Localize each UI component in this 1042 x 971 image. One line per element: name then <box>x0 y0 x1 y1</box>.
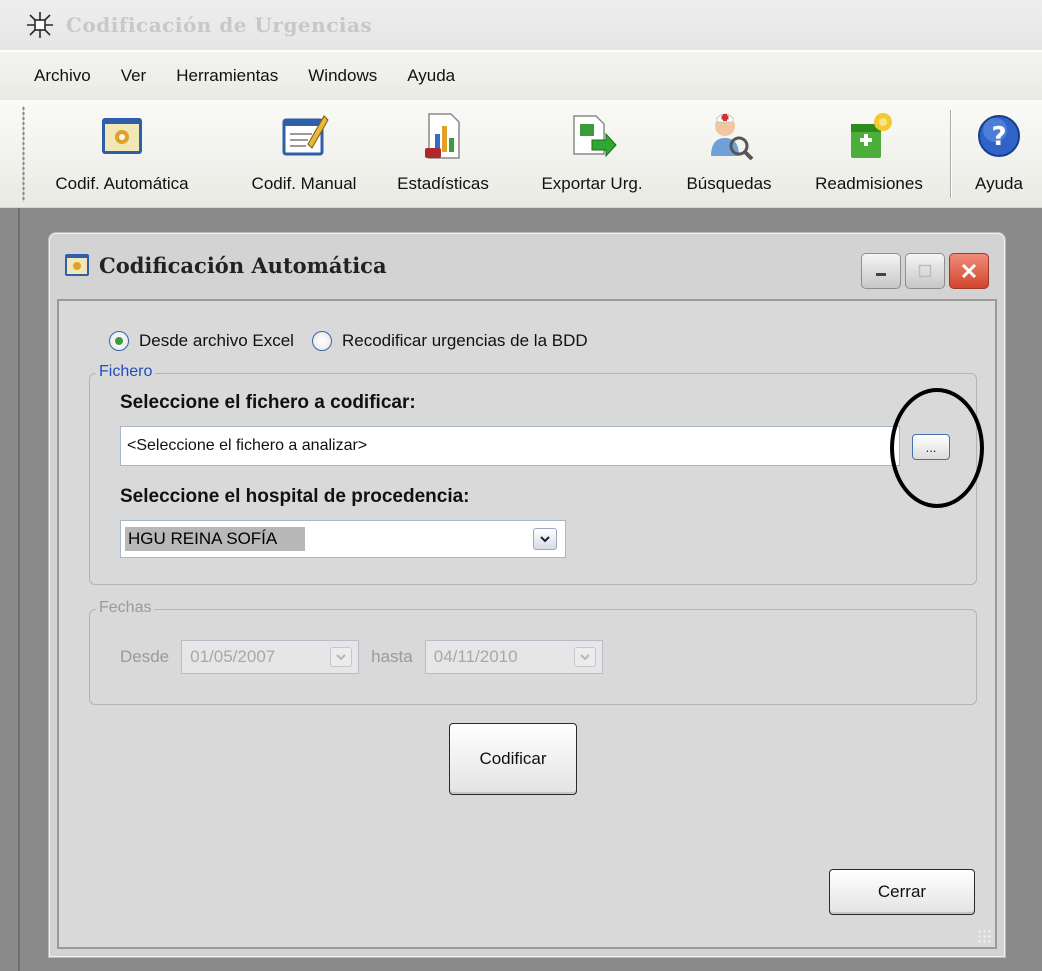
menu-ayuda[interactable]: Ayuda <box>407 66 455 86</box>
toolbar-label: Codif. Automática <box>55 174 189 193</box>
fichero-legend: Fichero <box>96 363 156 381</box>
manual-coding-icon <box>282 115 329 156</box>
toolbar-separator <box>950 110 952 198</box>
codificacion-automatica-window: Codificación Automática Desde archivo Ex… <box>48 232 1006 958</box>
app-titlebar: Codificación de Urgencias <box>0 0 1042 50</box>
toolbar-button-ayuda[interactable]: ? Ayuda <box>962 106 1036 202</box>
file-label: Seleccione el fichero a codificar: <box>120 392 416 413</box>
from-date-value: 01/05/2007 <box>190 647 276 666</box>
auto-coding-icon <box>65 254 89 276</box>
minimize-button[interactable] <box>861 253 901 289</box>
resize-grip[interactable] <box>977 929 993 945</box>
codificar-button[interactable]: Codificar <box>449 723 577 795</box>
menu-windows[interactable]: Windows <box>308 66 377 86</box>
source-options: Desde archivo Excel Recodificar urgencia… <box>109 331 606 351</box>
help-icon: ? <box>978 115 1020 157</box>
toolbar-button-readmisiones[interactable]: Readmisiones <box>796 106 942 202</box>
chevron-down-icon[interactable] <box>330 647 353 667</box>
radio-desde-excel[interactable] <box>109 331 129 351</box>
close-icon <box>961 263 977 279</box>
toolbar-button-codif-manual[interactable]: Codif. Manual <box>234 106 374 202</box>
toolbar-label: Estadísticas <box>397 174 489 193</box>
toolbar-button-codif-automatica[interactable]: Codif. Automática <box>30 106 214 202</box>
toolbar: Codif. Automática Codif. Manual Estadíst… <box>0 100 1042 208</box>
dialog-body: Desde archivo Excel Recodificar urgencia… <box>57 299 997 949</box>
menu-archivo[interactable]: Archivo <box>34 66 91 86</box>
toolbar-label: Ayuda <box>975 174 1023 193</box>
fechas-group: Fechas Desde 01/05/2007 hasta 04/11/2010 <box>89 599 977 705</box>
toolbar-label: Readmisiones <box>815 174 923 193</box>
hospital-select[interactable]: HGU REINA SOFÍA <box>120 520 566 558</box>
cerrar-button[interactable]: Cerrar <box>829 869 975 915</box>
from-label: Desde <box>120 647 170 666</box>
auto-coding-icon <box>102 118 142 154</box>
toolbar-label: Codif. Manual <box>251 174 357 193</box>
statistics-icon <box>425 113 460 159</box>
radio-desde-excel-label[interactable]: Desde archivo Excel <box>139 331 294 351</box>
toolbar-grip[interactable] <box>22 106 25 202</box>
menubar: Archivo Ver Herramientas Windows Ayuda <box>0 52 1042 100</box>
child-titlebar[interactable]: Codificación Automática <box>53 237 1001 293</box>
fechas-legend: Fechas <box>96 599 155 617</box>
chevron-down-icon[interactable] <box>573 647 596 667</box>
maximize-button[interactable] <box>905 253 945 289</box>
radio-recodificar-bdd-label[interactable]: Recodificar urgencias de la BDD <box>342 331 588 351</box>
close-button[interactable] <box>949 253 989 289</box>
date-range-row: Desde 01/05/2007 hasta 04/11/2010 <box>120 640 615 674</box>
annotation-circle <box>890 388 984 508</box>
from-date-picker[interactable]: 01/05/2007 <box>181 640 360 674</box>
dialog-title: Codificación Automática <box>99 252 387 278</box>
to-date-picker[interactable]: 04/11/2010 <box>424 640 603 674</box>
toolbar-button-busquedas[interactable]: Búsquedas <box>674 106 784 202</box>
menu-herramientas[interactable]: Herramientas <box>176 66 278 86</box>
radio-recodificar-bdd[interactable] <box>311 331 332 351</box>
to-date-value: 04/11/2010 <box>433 647 518 666</box>
menu-ver[interactable]: Ver <box>121 66 147 86</box>
hospital-label: Seleccione el hospital de procedencia: <box>120 486 470 507</box>
file-path-field[interactable]: <Seleccione el fichero a analizar> <box>120 426 900 466</box>
svg-text:?: ? <box>991 122 1006 152</box>
hospital-selected-value: HGU REINA SOFÍA <box>125 527 305 551</box>
toolbar-button-estadisticas[interactable]: Estadísticas <box>382 106 504 202</box>
main-window: Codificación de Urgencias Archivo Ver He… <box>0 0 1042 971</box>
export-excel-icon <box>573 115 617 158</box>
fichero-group: Fichero Seleccione el fichero a codifica… <box>89 363 984 585</box>
app-logo-icon <box>22 7 58 43</box>
search-doctor-icon <box>711 113 754 161</box>
to-label: hasta <box>371 647 413 666</box>
toolbar-button-exportar-urg[interactable]: Exportar Urg. <box>516 106 668 202</box>
toolbar-label: Búsquedas <box>686 174 772 193</box>
app-title: Codificación de Urgencias <box>66 13 373 37</box>
chevron-down-icon[interactable] <box>533 528 557 550</box>
toolbar-label: Exportar Urg. <box>541 174 643 193</box>
maximize-icon <box>918 264 932 278</box>
readmissions-icon <box>851 113 892 158</box>
minimize-icon <box>876 273 886 276</box>
